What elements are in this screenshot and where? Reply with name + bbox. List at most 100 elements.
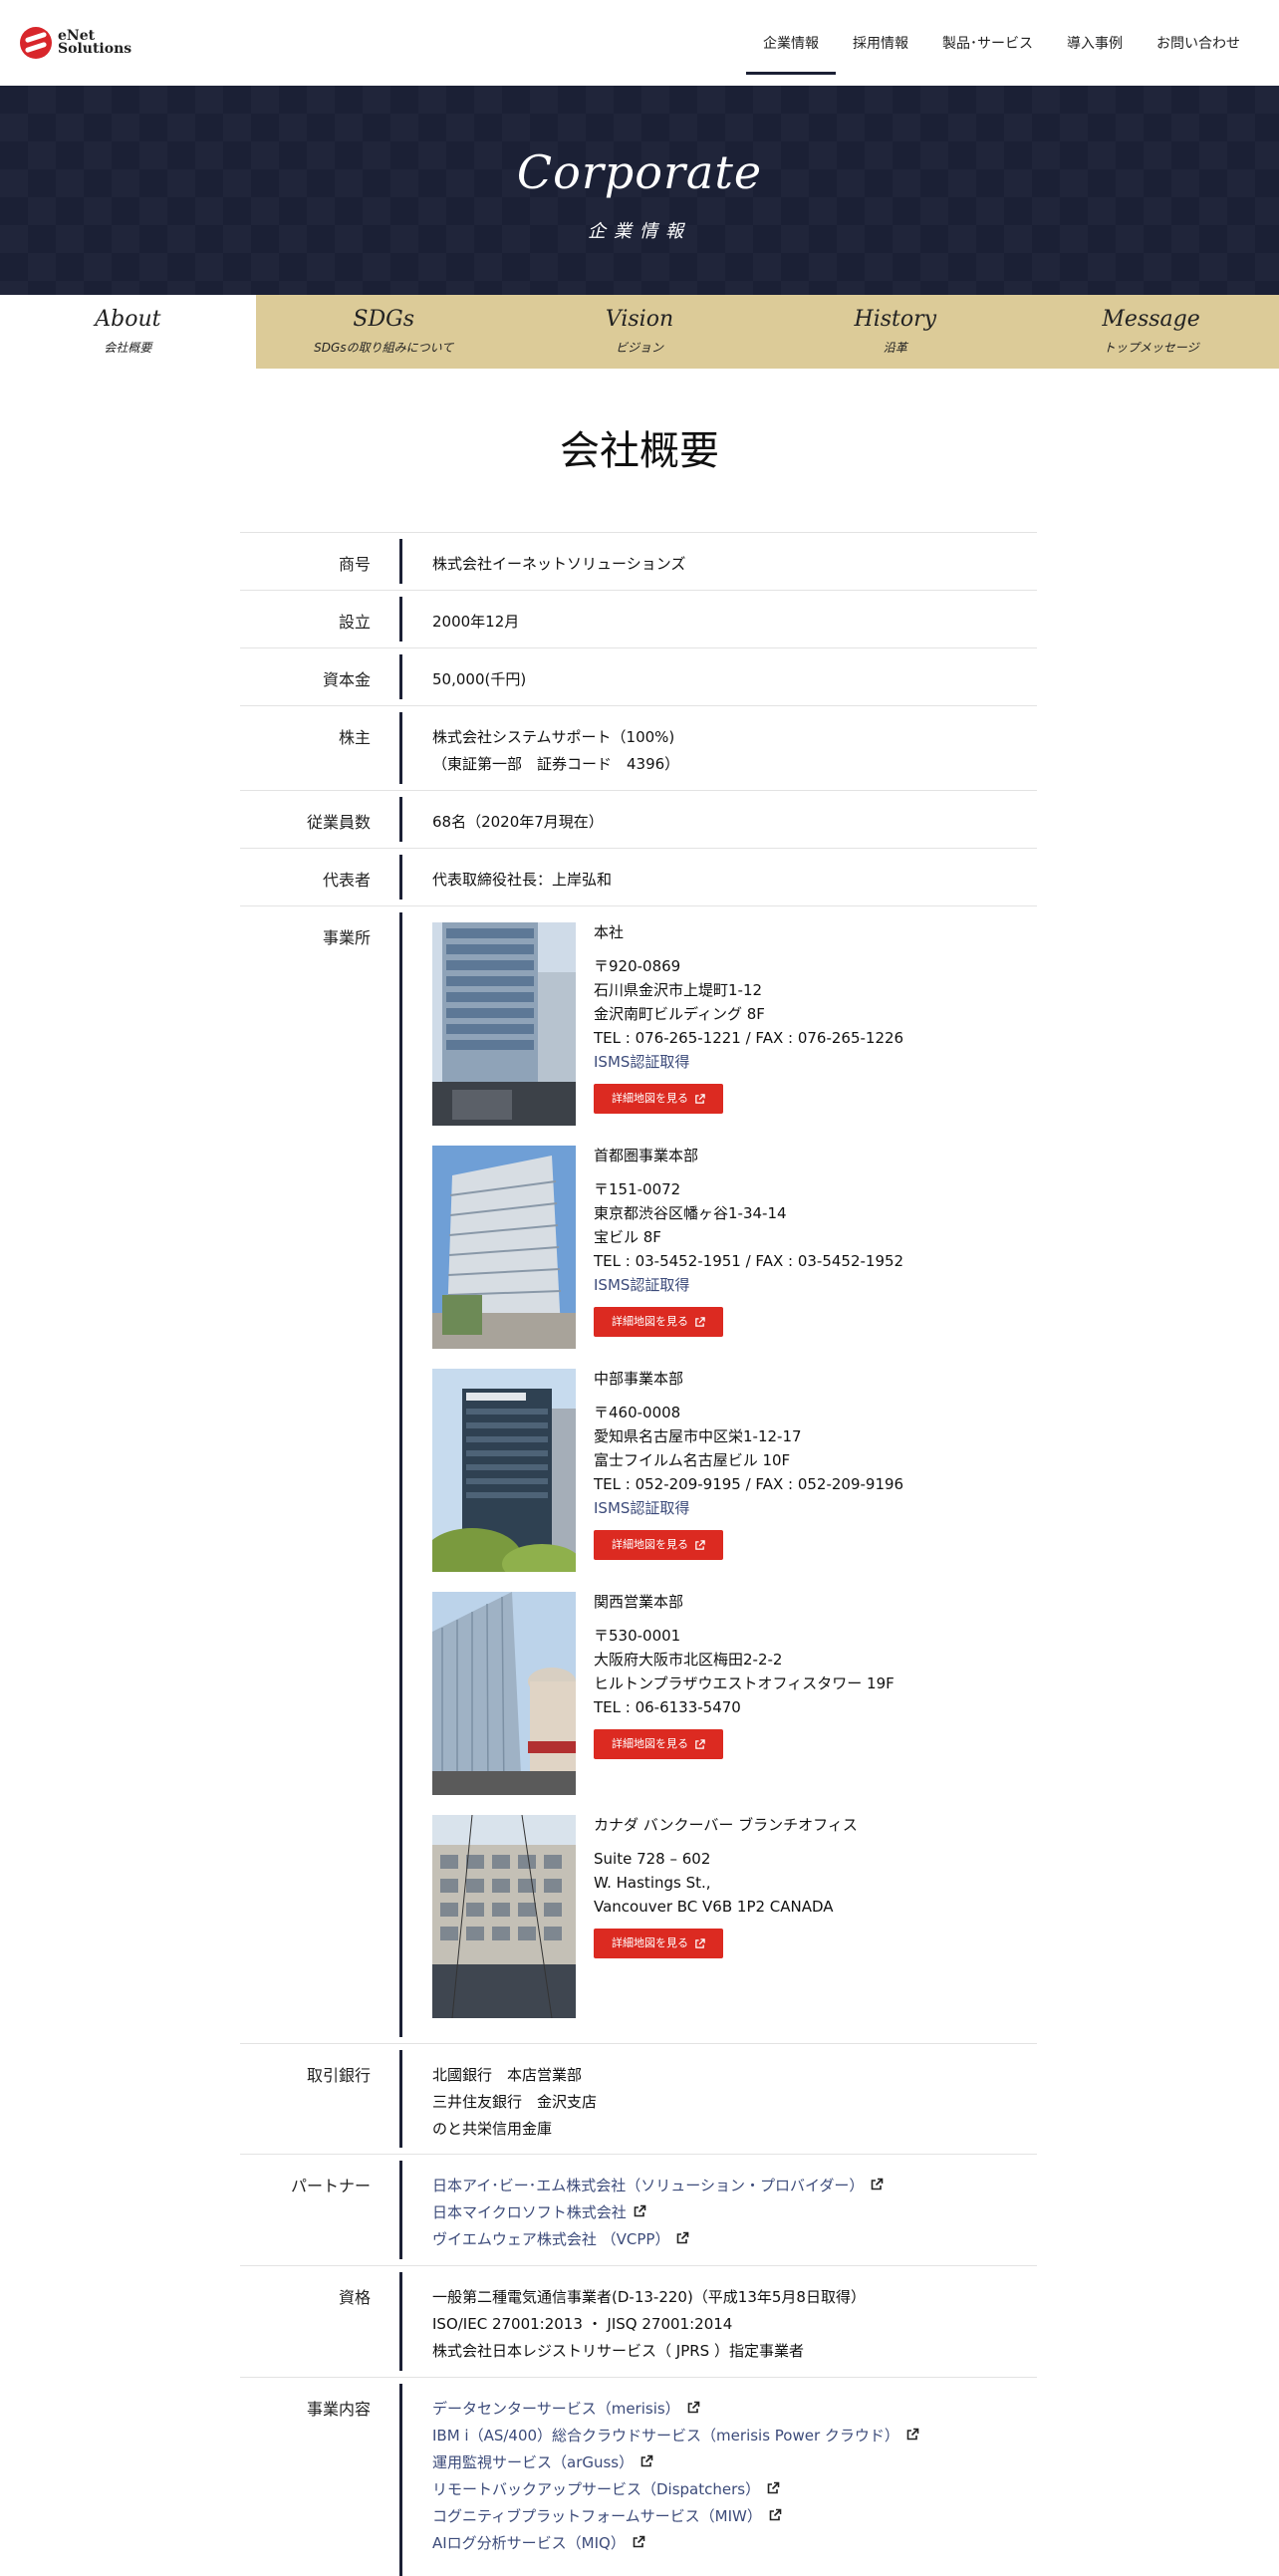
office-photo-building — [432, 922, 576, 1126]
main-nav: 企業情報 採用情報 製品･サービス 導入事例 お問い合わせ — [746, 0, 1257, 86]
external-link-icon — [687, 2401, 699, 2414]
office-photo-building — [432, 1146, 576, 1349]
nav-cases[interactable]: 導入事例 — [1050, 11, 1140, 75]
tab-history[interactable]: History 沿革 — [767, 295, 1023, 369]
tab-sdgs-en: SDGs — [353, 307, 414, 332]
shareholder-code: （東証第一部 証券コード 4396） — [432, 755, 680, 773]
nav-recruit[interactable]: 採用情報 — [836, 11, 925, 75]
bank-item: 三井住友銀行 金沢支店 — [432, 2093, 598, 2111]
external-link-icon — [634, 2204, 646, 2217]
map-button[interactable]: 詳細地図を見る — [594, 1729, 723, 1759]
isms-link[interactable]: ISMS認証取得 — [594, 1050, 903, 1074]
tab-history-en: History — [854, 307, 937, 332]
office-address: 愛知県名古屋市中区栄1-12-17 — [594, 1427, 802, 1445]
tab-vision-en: Vision — [605, 307, 674, 332]
row-label: 資本金 — [322, 670, 371, 689]
service-link[interactable]: AIログ分析サービス（MIQ） — [432, 2534, 626, 2552]
row-value: 2000年12月 — [432, 613, 520, 631]
tab-vision[interactable]: Vision ビジョン — [512, 295, 768, 369]
office-photo-building — [432, 1369, 576, 1572]
row-label: 取引銀行 — [306, 2066, 371, 2085]
row-value: 一般第二種電気通信事業者(D-13-220)（平成13年5月8日取得） ISO/… — [402, 2266, 1037, 2377]
office-photo-building — [432, 1592, 576, 1795]
map-button-label: 詳細地図を見る — [612, 1538, 688, 1551]
office-address-line2: W. Hastings St., — [594, 1874, 711, 1892]
row-employees: 従業員数 68名（2020年7月現在） — [240, 790, 1037, 848]
service-link[interactable]: コグニティブプラットフォームサービス（MIW） — [432, 2507, 762, 2525]
office-building: 宝ビル 8F — [594, 1228, 661, 1246]
tab-about-ja: 会社概要 — [104, 341, 152, 355]
tab-about-en: About — [95, 307, 161, 332]
bank-item: 北國銀行 本店営業部 — [432, 2066, 583, 2084]
row-label: 事業内容 — [306, 2400, 371, 2419]
row-label: 株主 — [338, 728, 371, 747]
partner-link[interactable]: ヴイエムウェア株式会社 （VCPP） — [432, 2230, 669, 2248]
map-button-label: 詳細地図を見る — [612, 1737, 688, 1750]
row-value: 北國銀行 本店営業部 三井住友銀行 金沢支店 のと共栄信用金庫 — [402, 2044, 1037, 2154]
row-offices: 事業所 本社 〒920-0869 石川県金沢市上堤町1-12 金沢南町ビルディン… — [240, 905, 1037, 2043]
office-name: 関西営業本部 — [594, 1593, 684, 1611]
tab-message[interactable]: Message トップメッセージ — [1023, 295, 1279, 369]
office-building: 富士フイルム名古屋ビル 10F — [594, 1451, 791, 1469]
office-tel: TEL : 052-209-9195 / FAX : 052-209-9196 — [594, 1475, 904, 1493]
partner-link[interactable]: 日本マイクロソフト株式会社 — [432, 2203, 627, 2221]
row-representative: 代表者 代表取締役社長：上岸弘和 — [240, 848, 1037, 905]
nav-products[interactable]: 製品･サービス — [925, 11, 1050, 75]
office-address-line3: Vancouver BC V6B 1P2 CANADA — [594, 1898, 834, 1916]
map-button-label: 詳細地図を見る — [612, 1936, 688, 1949]
partner-link[interactable]: 日本アイ･ビー･エム株式会社（ソリューション・プロバイダー） — [432, 2177, 864, 2194]
external-link-icon — [695, 1539, 705, 1550]
row-founded: 設立 2000年12月 — [240, 590, 1037, 647]
office-building: 金沢南町ビルディング 8F — [594, 1005, 765, 1023]
row-company-name: 商号 株式会社イーネットソリューションズ — [240, 532, 1037, 590]
office-photo-building — [432, 1815, 576, 2018]
row-label: 資格 — [338, 2288, 371, 2307]
office-zip: 〒460-0008 — [594, 1404, 681, 1421]
office-address: 石川県金沢市上堤町1-12 — [594, 981, 763, 999]
office-address: 東京都渋谷区幡ヶ谷1-34-14 — [594, 1204, 787, 1222]
office-zip: 〒151-0072 — [594, 1180, 681, 1198]
external-link-icon — [767, 2481, 780, 2494]
external-link-icon — [695, 1316, 705, 1327]
external-link-icon — [677, 2231, 689, 2244]
office-item: 中部事業本部 〒460-0008 愛知県名古屋市中区栄1-12-17 富士フイル… — [432, 1369, 1037, 1572]
service-link[interactable]: リモートバックアップサービス（Dispatchers） — [432, 2480, 760, 2498]
logo-mark-icon — [20, 27, 52, 59]
row-value: 68名（2020年7月現在） — [432, 813, 604, 831]
isms-link[interactable]: ISMS認証取得 — [594, 1273, 903, 1297]
service-link[interactable]: データセンターサービス（merisis） — [432, 2400, 680, 2418]
isms-link[interactable]: ISMS認証取得 — [594, 1496, 903, 1520]
external-link-icon — [769, 2508, 782, 2521]
nav-corporate[interactable]: 企業情報 — [746, 11, 836, 75]
map-button[interactable]: 詳細地図を見る — [594, 1530, 723, 1560]
tab-about[interactable]: About 会社概要 — [0, 295, 256, 369]
tab-sdgs-ja: SDGsの取り組みについて — [314, 341, 454, 355]
office-name: 首都圏事業本部 — [594, 1147, 699, 1164]
office-name: 本社 — [594, 923, 625, 941]
row-label: 事業所 — [322, 928, 371, 947]
external-link-icon — [695, 1937, 705, 1948]
map-button-label: 詳細地図を見る — [612, 1315, 688, 1328]
row-label: 従業員数 — [306, 813, 371, 832]
site-header: eNet Solutions 企業情報 採用情報 製品･サービス 導入事例 お問… — [0, 0, 1279, 86]
office-zip: 〒530-0001 — [594, 1627, 681, 1645]
row-value: データセンターサービス（merisis） IBM i（AS/400）総合クラウド… — [402, 2378, 1037, 2576]
office-address: 大阪府大阪市北区梅田2-2-2 — [594, 1651, 783, 1669]
tab-sdgs[interactable]: SDGs SDGsの取り組みについて — [256, 295, 512, 369]
map-button[interactable]: 詳細地図を見る — [594, 1307, 723, 1337]
external-link-icon — [695, 1093, 705, 1104]
company-logo[interactable]: eNet Solutions — [20, 18, 179, 68]
office-tel: TEL : 06-6133-5470 — [594, 1698, 741, 1716]
service-link[interactable]: IBM i（AS/400）総合クラウドサービス（merisis Power クラ… — [432, 2427, 899, 2445]
map-button[interactable]: 詳細地図を見る — [594, 1929, 723, 1958]
hero-title: Corporate — [516, 145, 763, 199]
row-qualifications: 資格 一般第二種電気通信事業者(D-13-220)（平成13年5月8日取得） I… — [240, 2265, 1037, 2377]
offices-list: 本社 〒920-0869 石川県金沢市上堤町1-12 金沢南町ビルディング 8F… — [402, 906, 1037, 2043]
row-label: 設立 — [338, 613, 371, 632]
row-value: 日本アイ･ビー･エム株式会社（ソリューション・プロバイダー） 日本マイクロソフト… — [402, 2155, 1037, 2265]
map-button[interactable]: 詳細地図を見る — [594, 1084, 723, 1114]
nav-contact[interactable]: お問い合わせ — [1140, 11, 1257, 75]
tab-history-ja: 沿革 — [883, 341, 907, 355]
company-info-table: 商号 株式会社イーネットソリューションズ 設立 2000年12月 資本金 50,… — [240, 532, 1037, 2576]
service-link[interactable]: 運用監視サービス（arGuss） — [432, 2453, 634, 2471]
